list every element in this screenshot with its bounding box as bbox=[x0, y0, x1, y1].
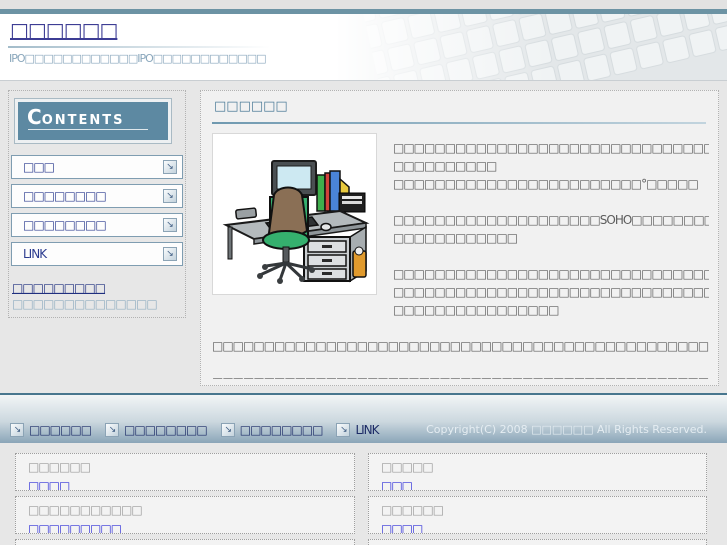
content-heading: □□□□□□ bbox=[214, 99, 288, 114]
laptop-keyboard-photo bbox=[335, 14, 727, 80]
contents-heading-initial: C bbox=[27, 105, 42, 129]
contents-heading-inner: CONTENTS bbox=[18, 102, 168, 140]
site-title-link[interactable]: □□□□□□ bbox=[10, 18, 118, 42]
footer-link-label: □□□□□□ bbox=[29, 423, 92, 437]
bottom-cell-link[interactable]: □□□□ bbox=[28, 478, 70, 490]
arrow-icon[interactable]: ↘ bbox=[163, 160, 177, 174]
main-content-panel: □□□□□□ □□□□□□□□□□□□□□□□□□□□□□□□□□□□□□□ □… bbox=[200, 90, 719, 386]
bottom-cell-link[interactable]: □□□□□□□□□ bbox=[28, 521, 122, 533]
contents-heading-text: ONTENTS bbox=[41, 113, 125, 128]
sidebar-note: □□□□□□□□□□□□□□ bbox=[12, 297, 158, 311]
bottom-cell-link[interactable]: □□□ bbox=[381, 478, 413, 490]
arrow-icon[interactable]: ↘ bbox=[220, 423, 235, 437]
sidebar-item-3[interactable]: □□□□□□□□ ↘ bbox=[11, 213, 183, 237]
arrow-icon[interactable]: ↘ bbox=[163, 189, 177, 203]
paragraph-5: □□□□□□□□□□□□□□□□□□□□□□□□□□□□□□□□□□□□□□□□… bbox=[212, 373, 709, 379]
footer-link-label: □□□□□□□□ bbox=[124, 423, 208, 437]
title-rule bbox=[8, 46, 270, 48]
top-strip bbox=[0, 0, 727, 9]
site-tagline: IPO□□□□□□□□□□□□IPO□□□□□□□□□□□□ bbox=[9, 52, 267, 65]
content-body: □□□□□□□□□□□□□□□□□□□□□□□□□□□□□□□ □□□□ □□□□… bbox=[212, 131, 709, 379]
bottom-cell-label: □□□□□□□□□□□ bbox=[28, 503, 143, 517]
footer-link-2[interactable]: ↘ □□□□□□□□ bbox=[105, 423, 208, 437]
footer-link-top[interactable]: ↘ □□□□□□ bbox=[10, 423, 92, 437]
desk-clipart-image bbox=[212, 133, 377, 295]
sidebar-item-link[interactable]: LINK ↘ bbox=[11, 242, 183, 266]
page: □□□□□□ IPO□□□□□□□□□□□□IPO□□□□□□□□□□□□ CO… bbox=[0, 0, 727, 545]
footer-link-label: □□□□□□□□ bbox=[239, 423, 324, 437]
heading-rule bbox=[212, 122, 706, 124]
sidebar-menu: □□□ ↘ □□□□□□□□ ↘ □□□□□□□□ ↘ LINK ↘ bbox=[11, 155, 183, 271]
bottom-link-grid: □□□□□□ □□□□ □□□□□ □□□ □□□□□□□□□□□ □□□□□□… bbox=[15, 453, 707, 545]
bottom-cell bbox=[368, 539, 707, 545]
footer-link-label: LINK bbox=[355, 423, 379, 437]
paragraph-4: □□□□□□□□□□□□□□□□□□□□□□□□□□□□□□□□□□□□□□□□… bbox=[212, 339, 709, 353]
bottom-cell: □□□□□ □□□ bbox=[368, 453, 707, 491]
sidebar-item-label: □□□□□□□□ bbox=[23, 189, 107, 203]
arrow-icon[interactable]: ↘ bbox=[163, 218, 177, 232]
bottom-cell: □□□□□□□□□□□ □□□□□□□□□ bbox=[15, 496, 355, 534]
sidebar-item-label: □□□□□□□□ bbox=[23, 218, 107, 232]
bottom-cell-label: □□□□□ bbox=[381, 460, 434, 474]
footer-bar: ↘ □□□□□□ ↘ □□□□□□□□ ↘ □□□□□□□□ ↘ LINK Co… bbox=[0, 393, 727, 443]
contents-heading-box: CONTENTS bbox=[14, 98, 172, 144]
bottom-cell-label: □□□□□□ bbox=[28, 460, 91, 474]
sidebar-item-top[interactable]: □□□ ↘ bbox=[11, 155, 183, 179]
arrow-icon[interactable]: ↘ bbox=[105, 423, 120, 437]
sidebar-strong-link[interactable]: □□□□□□□□□ bbox=[12, 281, 106, 295]
sidebar: CONTENTS □□□ ↘ □□□□□□□□ ↘ □□□□□□□□ ↘ LIN… bbox=[8, 90, 186, 318]
bottom-cell-link[interactable]: □□□□ bbox=[381, 521, 423, 533]
bottom-cell-label: □□□□□□ bbox=[381, 503, 444, 517]
bottom-cell: □□□□□□ □□□□ bbox=[15, 453, 355, 491]
bottom-cell: □□□□□□ □□□□ bbox=[368, 496, 707, 534]
footer-link-3[interactable]: ↘ □□□□□□□□ bbox=[220, 423, 324, 437]
laptop-keyboard-graphic bbox=[335, 14, 727, 80]
contents-underline bbox=[28, 129, 148, 130]
sidebar-item-label: □□□ bbox=[23, 160, 55, 174]
header: □□□□□□ IPO□□□□□□□□□□□□IPO□□□□□□□□□□□□ bbox=[0, 14, 727, 81]
arrow-icon[interactable]: ↘ bbox=[10, 423, 24, 437]
sidebar-item-2[interactable]: □□□□□□□□ ↘ bbox=[11, 184, 183, 208]
copyright-text: Copyright(C) 2008 □□□□□□ All Rights Rese… bbox=[426, 423, 707, 436]
arrow-icon[interactable]: ↘ bbox=[336, 423, 351, 437]
footer-link-link[interactable]: ↘ LINK bbox=[336, 423, 380, 437]
sidebar-item-label: LINK bbox=[23, 247, 47, 261]
footer-nav: ↘ □□□□□□ ↘ □□□□□□□□ ↘ □□□□□□□□ ↘ LINK bbox=[10, 423, 380, 437]
desk-clipart-graphic bbox=[219, 139, 370, 289]
arrow-icon[interactable]: ↘ bbox=[163, 247, 177, 261]
bottom-cell bbox=[15, 539, 355, 545]
